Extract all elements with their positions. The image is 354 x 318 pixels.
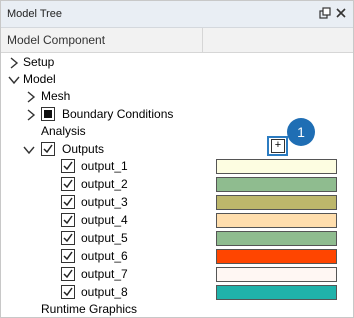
output-row[interactable]: output_5	[1, 230, 353, 248]
tree-item-mesh-label: Mesh	[41, 89, 71, 103]
output-label: output_8	[81, 285, 128, 299]
chevron-down-icon[interactable]	[8, 74, 20, 86]
outputs-checkbox[interactable]	[41, 142, 55, 156]
tree-item-outputs-label: Outputs	[62, 142, 105, 156]
output-row[interactable]: output_4	[1, 212, 353, 230]
column-model-component[interactable]: Model Component	[1, 28, 203, 52]
model-tree-panel: Model Tree Model Component Setup Model M…	[0, 0, 354, 318]
output-color-swatch[interactable]	[216, 249, 337, 264]
panel-titlebar: Model Tree	[1, 1, 353, 28]
output-row[interactable]: output_2	[1, 176, 353, 194]
output-color-swatch[interactable]	[216, 195, 337, 210]
output-checkbox[interactable]	[61, 285, 75, 299]
output-row[interactable]: output_6	[1, 248, 353, 266]
output-label: output_5	[81, 231, 128, 245]
chevron-right-icon[interactable]	[25, 109, 37, 121]
output-label: output_3	[81, 195, 128, 209]
close-icon[interactable]	[334, 6, 348, 20]
column-model-component-label: Model Component	[7, 33, 106, 47]
output-row[interactable]: output_7	[1, 266, 353, 284]
output-color-swatch[interactable]	[216, 177, 337, 192]
output-color-swatch[interactable]	[216, 267, 337, 282]
output-row[interactable]: output_3	[1, 194, 353, 212]
tree-item-model-label: Model	[23, 72, 56, 86]
output-color-swatch[interactable]	[216, 213, 337, 228]
panel-title: Model Tree	[7, 8, 63, 20]
tree-item-analysis-label: Analysis	[41, 124, 86, 138]
output-color-swatch[interactable]	[216, 159, 337, 174]
tree-item-runtime-graphics[interactable]: Runtime Graphics	[1, 301, 353, 317]
chevron-right-icon[interactable]	[25, 91, 37, 103]
output-checkbox[interactable]	[61, 249, 75, 263]
output-label: output_7	[81, 267, 128, 281]
output-checkbox[interactable]	[61, 195, 75, 209]
callout-badge: 1	[287, 118, 315, 146]
output-color-swatch[interactable]	[216, 231, 337, 246]
tree-item-boundary-conditions-label: Boundary Conditions	[62, 107, 174, 121]
tree-item-mesh[interactable]: Mesh	[1, 88, 353, 106]
output-checkbox[interactable]	[61, 159, 75, 173]
add-output-button[interactable]: +	[271, 139, 285, 153]
output-label: output_2	[81, 177, 128, 191]
output-checkbox[interactable]	[61, 231, 75, 245]
output-checkbox[interactable]	[61, 177, 75, 191]
column-header: Model Component	[1, 28, 353, 53]
tree-item-setup-label: Setup	[23, 55, 55, 69]
output-label: output_1	[81, 159, 128, 173]
output-row[interactable]: output_8	[1, 284, 353, 302]
tree-item-setup[interactable]: Setup	[1, 54, 353, 72]
partial-checkbox[interactable]	[41, 107, 55, 121]
output-checkbox[interactable]	[61, 267, 75, 281]
output-row[interactable]: output_1	[1, 158, 353, 176]
output-label: output_6	[81, 249, 128, 263]
chevron-right-icon[interactable]	[8, 57, 20, 69]
chevron-down-icon[interactable]	[23, 144, 35, 156]
tree-item-model[interactable]: Model	[1, 71, 353, 89]
pin-icon[interactable]	[318, 6, 332, 20]
output-label: output_4	[81, 213, 128, 227]
output-color-swatch[interactable]	[216, 285, 337, 300]
output-checkbox[interactable]	[61, 213, 75, 227]
tree-item-runtime-graphics-label: Runtime Graphics	[41, 302, 138, 316]
